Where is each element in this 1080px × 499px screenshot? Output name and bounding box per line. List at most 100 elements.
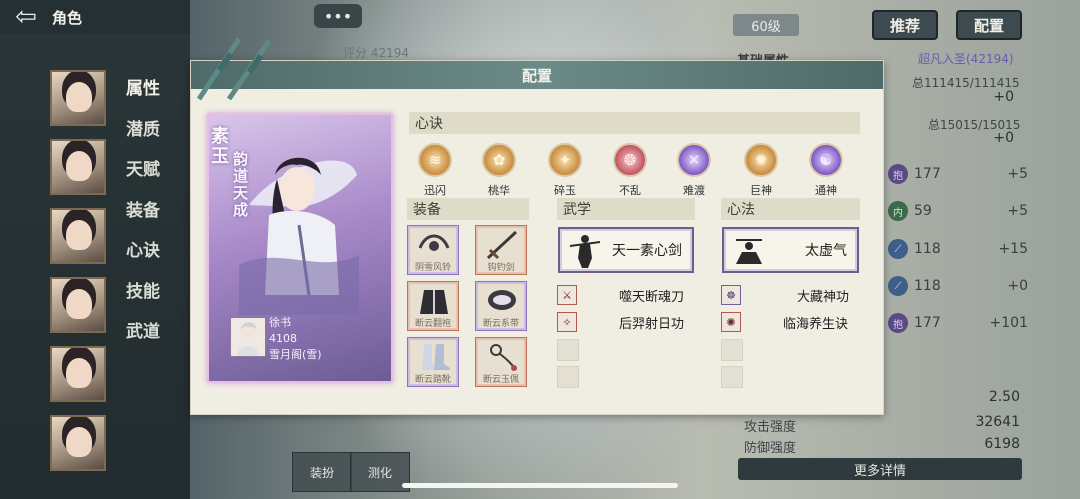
attr-badge-icon: 抱 xyxy=(888,313,908,333)
sea-icon: ✺ xyxy=(721,312,741,332)
avatar-character-5[interactable] xyxy=(50,346,106,402)
xinjue-label: 难渡 xyxy=(683,184,705,197)
character-title: 韵道天成 xyxy=(233,150,249,219)
sidebar-item-talent[interactable]: 天赋 xyxy=(126,155,160,196)
xinjue-item[interactable]: ☯ 通神 xyxy=(806,143,846,198)
attr-bonus: +0 xyxy=(1007,278,1028,294)
sidebar-item-attributes[interactable]: 属性 xyxy=(126,74,160,115)
section-wuxue: 武学 xyxy=(557,198,695,220)
equip-slot-weapon[interactable]: 钩钓剑 xyxy=(475,225,527,275)
attr-bonus: +15 xyxy=(998,241,1028,257)
equip-slot-robe[interactable]: 断云翻袍 xyxy=(407,281,459,331)
page-title: 角色 xyxy=(52,8,83,27)
empty-skill-slot[interactable] xyxy=(721,366,743,388)
stat-value: 2.50 xyxy=(988,389,1020,405)
book-avatar[interactable] xyxy=(230,317,266,357)
empty-skill-slot[interactable] xyxy=(557,366,579,388)
home-indicator[interactable] xyxy=(402,483,678,488)
level-badge: 60级 xyxy=(733,14,799,36)
avatar-character-2[interactable] xyxy=(50,139,106,195)
xinfa-sub-name: 大藏神功 xyxy=(797,290,850,305)
book-figure-icon xyxy=(236,322,260,356)
attr-value: 177 xyxy=(914,315,941,331)
modal-header: 配置 xyxy=(191,61,883,89)
book-info: 徐书 4108 雪月阁(雪) xyxy=(269,315,322,363)
xinjue-label: 巨神 xyxy=(750,184,772,197)
transform-button[interactable]: 测化 xyxy=(350,452,410,492)
xinjue-label: 碎玉 xyxy=(554,184,576,197)
xinjue-label: 通神 xyxy=(815,184,837,197)
more-details-button[interactable]: 更多详情 xyxy=(738,458,1022,480)
equip-label: 断云翻袍 xyxy=(414,319,451,329)
xinfa-main-name: 太虚气 xyxy=(805,243,847,259)
xinjue-item[interactable]: ✿ 桃华 xyxy=(479,143,519,198)
sidebar-item-skills[interactable]: 技能 xyxy=(126,277,160,318)
attr-value: 59 xyxy=(914,203,932,219)
robe-icon xyxy=(420,290,448,314)
xinjue-item[interactable]: ✺ 巨神 xyxy=(741,143,781,198)
sidebar-item-xinjue[interactable]: 心诀 xyxy=(126,236,160,277)
book-level: 4108 xyxy=(269,332,297,345)
empty-skill-slot[interactable] xyxy=(557,339,579,361)
more-options-button[interactable]: ••• xyxy=(314,4,362,28)
attr-value: 177 xyxy=(914,166,941,182)
avatar-character-6[interactable] xyxy=(50,415,106,471)
attr-row: 抱 177 +101 xyxy=(888,310,1028,336)
xinjue-item[interactable]: ✕ 难渡 xyxy=(674,143,714,198)
empty-skill-slot[interactable] xyxy=(721,339,743,361)
equip-label: 钩钓剑 xyxy=(487,263,515,273)
avatar-character-1[interactable] xyxy=(50,70,106,126)
wuxue-main-slot[interactable]: 天一素心剑 xyxy=(558,227,694,273)
xinjue-divine-icon: ☯ xyxy=(809,143,843,177)
hp-bonus: +0 xyxy=(993,89,1014,105)
xinjue-label: 迅闪 xyxy=(424,184,446,197)
attr-bonus: +5 xyxy=(1007,166,1028,182)
stat-value-defense: 6198 xyxy=(984,436,1020,452)
attr-badge-icon: ⟋ xyxy=(888,276,908,296)
equip-slot-accessory[interactable]: 阴雪风铃 xyxy=(407,225,459,275)
attr-row: ⟋ 118 +0 xyxy=(888,273,1028,299)
sidebar-item-equipment[interactable]: 装备 xyxy=(126,196,160,237)
boots-icon xyxy=(422,344,450,370)
xinjue-label: 桃华 xyxy=(488,184,510,197)
avatar-character-3[interactable] xyxy=(50,208,106,264)
xinjue-item[interactable]: ✦ 碎玉 xyxy=(545,143,585,198)
wuxue-main-name: 天一素心剑 xyxy=(612,243,682,259)
xinjue-calm-icon: ❂ xyxy=(613,143,647,177)
sidebar-item-wudao[interactable]: 武道 xyxy=(126,317,160,358)
blade-icon: ⚔ xyxy=(557,285,577,305)
xinjue-item[interactable]: ≋ 迅闪 xyxy=(415,143,455,198)
equip-label: 断云系带 xyxy=(482,319,519,329)
wind-chime-icon xyxy=(418,234,450,251)
xinfa-sub-slot[interactable]: ✺ xyxy=(721,311,741,333)
xinjue-jade-icon: ✦ xyxy=(548,143,582,177)
wuxue-sub-slot[interactable]: ⚔ xyxy=(557,284,577,306)
equip-slot-boots[interactable]: 断云踏靴 xyxy=(407,337,459,387)
config-button[interactable]: 配置 xyxy=(956,10,1022,40)
crossed-swords-decoration xyxy=(196,37,272,101)
xinfa-main-slot[interactable]: 太虚气 xyxy=(722,227,859,273)
avatar-character-4[interactable] xyxy=(50,277,106,333)
xinfa-sub-slot[interactable]: ☸ xyxy=(721,284,741,306)
attr-row: 抱 177 +5 xyxy=(888,161,1028,187)
xinjue-hardcross-icon: ✕ xyxy=(677,143,711,177)
character-portrait[interactable]: 素玉 韵道天成 徐书 4108 雪月阁(雪) xyxy=(207,113,393,383)
equip-slot-belt[interactable]: 断云系带 xyxy=(475,281,527,331)
stat-label-defense: 防御强度 xyxy=(744,441,797,456)
swordsman-icon xyxy=(569,235,601,268)
xinfa-sub-name: 临海养生诀 xyxy=(783,317,849,332)
attr-value: 118 xyxy=(914,241,941,257)
sidebar-item-potential[interactable]: 潜质 xyxy=(126,115,160,156)
stat-value-attack: 32641 xyxy=(975,414,1020,430)
score-label: 评分 42194 xyxy=(343,46,409,60)
back-button[interactable]: ⇦ xyxy=(0,0,52,34)
recommend-button[interactable]: 推荐 xyxy=(872,10,938,40)
dress-up-button[interactable]: 装扮 xyxy=(292,452,352,492)
sidebar-menu: 属性 潜质 天赋 装备 心诀 技能 武道 xyxy=(126,74,160,358)
equip-slot-pendant[interactable]: 断云玉佩 xyxy=(475,337,527,387)
attr-badge-icon: ⟋ xyxy=(888,239,908,259)
wuxue-sub-slot[interactable]: ✧ xyxy=(557,311,577,333)
mp-bonus: +0 xyxy=(993,130,1014,146)
xinjue-item[interactable]: ❂ 不乱 xyxy=(610,143,650,198)
section-equipment: 装备 xyxy=(407,198,529,220)
